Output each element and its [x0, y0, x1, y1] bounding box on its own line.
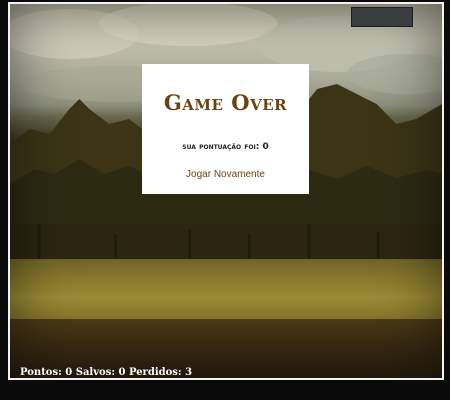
score-status: Pontos: 0 Salvos: 0 Perdidos: 3 — [20, 367, 193, 378]
page: Pontos: 0 Salvos: 0 Perdidos: 3 Game Ove… — [0, 0, 450, 400]
top-right-panel — [351, 7, 413, 27]
game-over-title: Game Over — [163, 90, 288, 115]
final-score-text: sua pontuação foi: 0 — [182, 142, 269, 152]
play-again-link[interactable]: Jogar Novamente — [142, 169, 309, 180]
game-over-dialog: Game Over sua pontuação foi: 0 Jogar Nov… — [142, 64, 309, 194]
